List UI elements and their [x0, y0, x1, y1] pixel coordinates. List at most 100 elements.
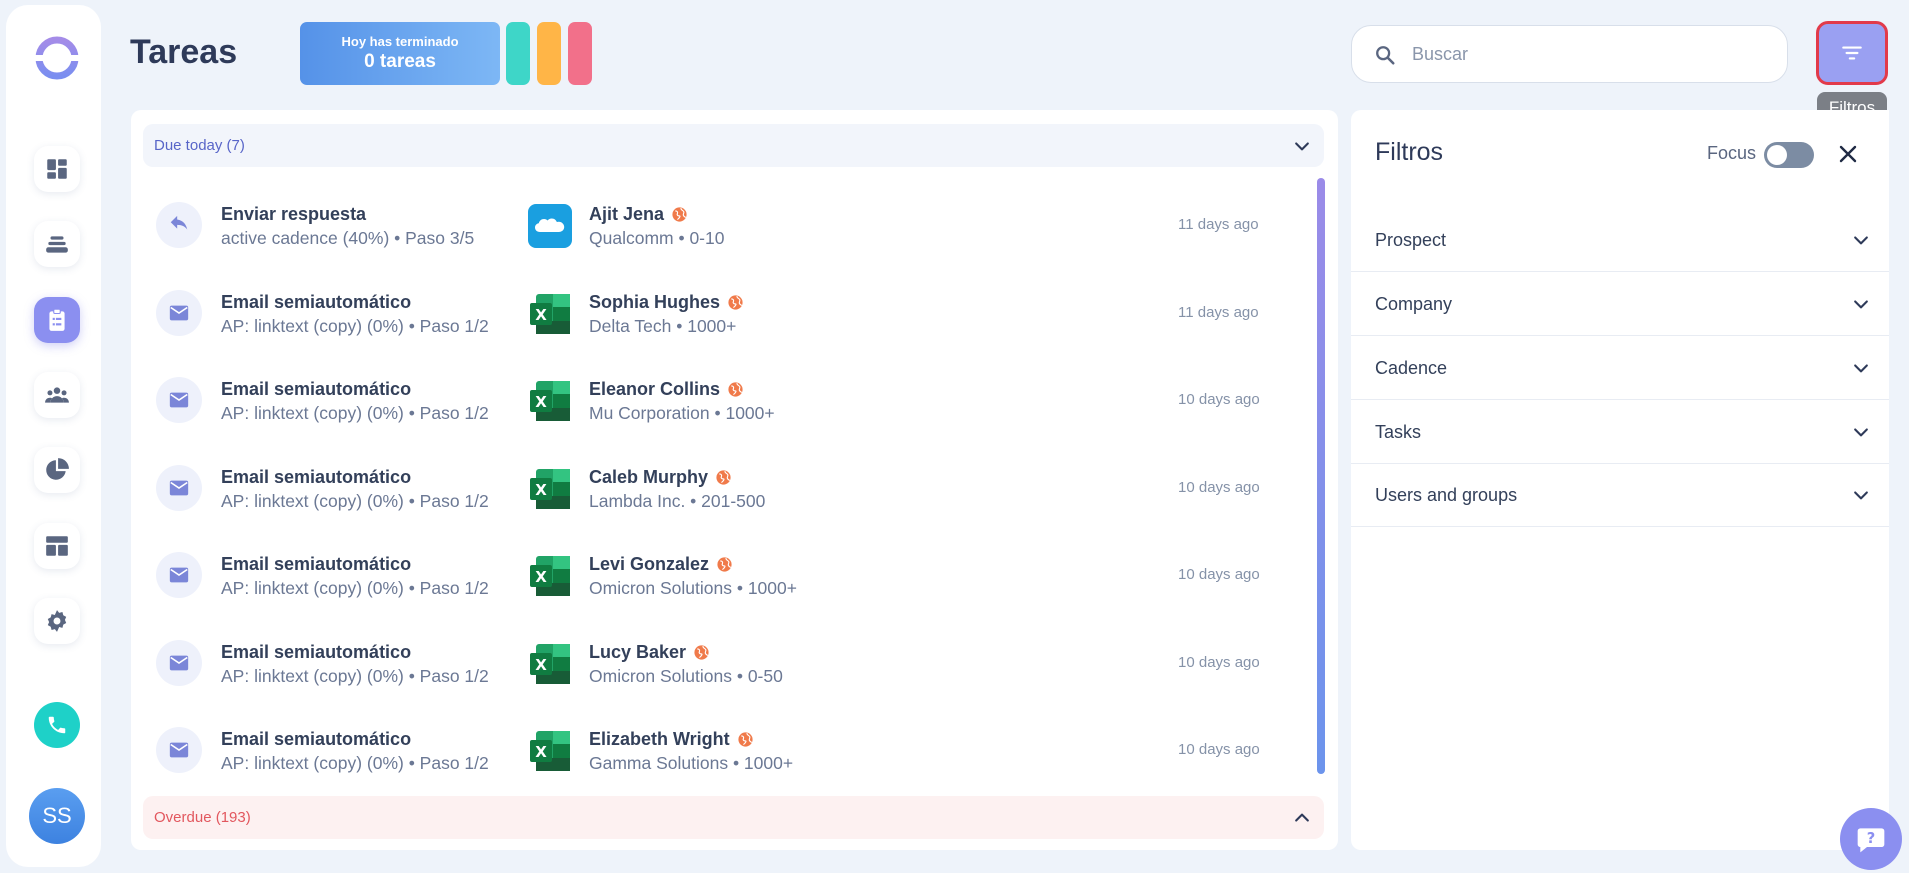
- task-cadence: active cadence (40%) • Paso 3/5: [221, 228, 475, 248]
- task-time: 10 days ago: [1178, 741, 1260, 758]
- email-icon: [169, 392, 189, 408]
- task-row[interactable]: Email semiautomático AP: linktext (copy)…: [131, 705, 1311, 793]
- task-type-badge: [156, 377, 202, 423]
- filters-button[interactable]: [1816, 21, 1888, 85]
- filter-section-cadence[interactable]: Cadence: [1351, 336, 1889, 400]
- task-cadence: AP: linktext (copy) (0%) • Paso 1/2: [221, 578, 489, 598]
- sidebar-item-prospects[interactable]: [34, 372, 80, 418]
- task-cadence: AP: linktext (copy) (0%) • Paso 1/2: [221, 316, 489, 336]
- timezone-globe-icon: [728, 295, 743, 310]
- task-row[interactable]: Enviar respuesta active cadence (40%) • …: [131, 180, 1311, 268]
- timezone-globe-icon: [717, 557, 732, 572]
- group-label-overdue: Overdue (193): [154, 809, 251, 826]
- task-time: 11 days ago: [1178, 216, 1259, 233]
- prospect-name-wrap[interactable]: Levi Gonzalez: [589, 554, 733, 575]
- task-row[interactable]: Email semiautomático AP: linktext (copy)…: [131, 268, 1311, 356]
- prospect-name[interactable]: Sophia Hughes: [589, 292, 720, 313]
- task-title[interactable]: Email semiautomático: [221, 642, 411, 663]
- filter-section-label: Tasks: [1375, 422, 1422, 442]
- svg-text:X: X: [535, 306, 547, 324]
- prospect-name[interactable]: Ajit Jena: [589, 204, 664, 225]
- toggle-knob: [1767, 145, 1787, 165]
- prospect-name-wrap[interactable]: Sophia Hughes: [589, 292, 744, 313]
- filter-section-prospect[interactable]: Prospect: [1351, 208, 1889, 272]
- filter-section-label: Cadence: [1375, 358, 1448, 378]
- task-row[interactable]: Email semiautomático AP: linktext (copy)…: [131, 618, 1311, 706]
- timezone-globe-icon: [716, 470, 731, 485]
- salesforce-icon: [528, 204, 572, 248]
- task-list-scrollbar[interactable]: [1317, 178, 1325, 774]
- task-type-badge: [156, 202, 202, 248]
- app-logo-icon[interactable]: [34, 35, 80, 81]
- task-title[interactable]: Email semiautomático: [221, 729, 411, 750]
- sidebar: SS: [6, 5, 101, 867]
- filter-section-label: Company: [1375, 294, 1453, 314]
- excel-icon: X: [530, 381, 570, 421]
- sidebar-item-reports[interactable]: [34, 447, 80, 493]
- call-button[interactable]: [34, 702, 80, 748]
- svg-text:X: X: [535, 568, 547, 586]
- prospect-company: Omicron Solutions • 1000+: [589, 578, 797, 598]
- sidebar-item-templates[interactable]: [34, 523, 80, 569]
- timezone-globe-icon: [728, 382, 743, 397]
- prospect-name-wrap[interactable]: Eleanor Collins: [589, 379, 744, 400]
- chevron-down-icon: [1854, 428, 1868, 437]
- task-time: 10 days ago: [1178, 654, 1260, 671]
- svg-text:?: ?: [1867, 830, 1876, 847]
- task-type-badge: [156, 290, 202, 336]
- excel-icon: X: [530, 469, 570, 509]
- task-title[interactable]: Email semiautomático: [221, 467, 411, 488]
- focus-toggle[interactable]: [1764, 142, 1814, 168]
- search-input[interactable]: [1412, 36, 1762, 72]
- close-icon[interactable]: [1836, 142, 1860, 166]
- reply-icon: [170, 215, 188, 230]
- task-type-badge: [156, 727, 202, 773]
- filter-section-label: Users and groups: [1375, 485, 1518, 505]
- prospect-name[interactable]: Elizabeth Wright: [589, 729, 730, 750]
- task-type-badge: [156, 465, 202, 511]
- task-time: 11 days ago: [1178, 304, 1259, 321]
- help-chat-icon: ?: [1857, 828, 1885, 853]
- task-title[interactable]: Enviar respuesta: [221, 204, 366, 225]
- excel-icon: X: [530, 731, 570, 771]
- task-time: 10 days ago: [1178, 566, 1260, 583]
- email-icon: [169, 480, 189, 496]
- prospect-name-wrap[interactable]: Ajit Jena: [589, 204, 688, 225]
- group-header-due-today[interactable]: Due today (7): [143, 124, 1324, 167]
- prospect-name[interactable]: Lucy Baker: [589, 642, 686, 663]
- task-title[interactable]: Email semiautomático: [221, 292, 411, 313]
- prospect-name[interactable]: Caleb Murphy: [589, 467, 708, 488]
- prospect-name-wrap[interactable]: Elizabeth Wright: [589, 729, 754, 750]
- filter-section-tasks[interactable]: Tasks: [1351, 400, 1889, 464]
- filters-panel: Filtros Focus Prospect Company Cadence T…: [1351, 110, 1889, 850]
- task-title[interactable]: Email semiautomático: [221, 554, 411, 575]
- search-box: [1351, 25, 1788, 83]
- sidebar-item-tasks[interactable]: [34, 297, 80, 343]
- sidebar-item-inbox[interactable]: [34, 221, 80, 267]
- task-type-badge: [156, 640, 202, 686]
- completed-today-label: Hoy has terminado: [341, 34, 459, 49]
- prospect-name-wrap[interactable]: Lucy Baker: [589, 642, 710, 663]
- user-avatar[interactable]: SS: [29, 788, 85, 844]
- task-title[interactable]: Email semiautomático: [221, 379, 411, 400]
- prospect-name-wrap[interactable]: Caleb Murphy: [589, 467, 732, 488]
- layout-icon: [46, 536, 68, 556]
- task-cadence: AP: linktext (copy) (0%) • Paso 1/2: [221, 753, 489, 773]
- timezone-globe-icon: [694, 645, 709, 660]
- task-row[interactable]: Email semiautomático AP: linktext (copy)…: [131, 530, 1311, 618]
- prospect-company: Lambda Inc. • 201-500: [589, 491, 766, 511]
- filter-section-company[interactable]: Company: [1351, 272, 1889, 336]
- group-label-due-today: Due today (7): [154, 137, 245, 154]
- task-row[interactable]: Email semiautomático AP: linktext (copy)…: [131, 355, 1311, 443]
- excel-icon: X: [530, 644, 570, 684]
- svg-text:X: X: [535, 743, 547, 761]
- prospect-name[interactable]: Eleanor Collins: [589, 379, 720, 400]
- prospect-name[interactable]: Levi Gonzalez: [589, 554, 709, 575]
- filter-section-users-and-groups[interactable]: Users and groups: [1351, 463, 1889, 527]
- sidebar-item-dashboard[interactable]: [34, 146, 80, 192]
- task-row[interactable]: Email semiautomático AP: linktext (copy)…: [131, 443, 1311, 531]
- timezone-globe-icon: [672, 207, 687, 222]
- help-button[interactable]: ?: [1840, 808, 1902, 870]
- group-header-overdue[interactable]: Overdue (193): [143, 796, 1324, 839]
- sidebar-item-settings[interactable]: [34, 598, 80, 644]
